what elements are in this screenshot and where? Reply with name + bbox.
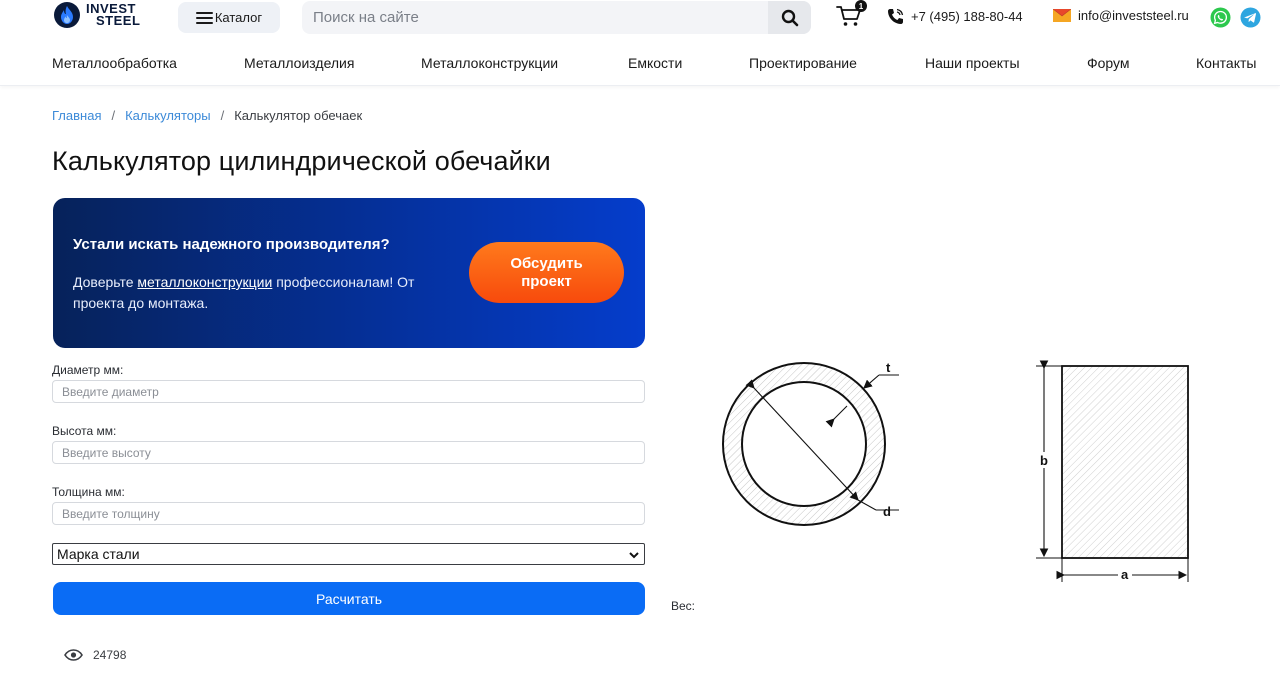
sheet-dimensions-diagram: b a — [1036, 360, 1189, 582]
eye-icon — [64, 649, 83, 661]
email-address: info@investsteel.ru — [1078, 8, 1189, 23]
telegram-icon — [1240, 7, 1261, 28]
logo-flame-icon — [54, 2, 80, 28]
width-letter: a — [1121, 567, 1129, 582]
thickness-letter: t — [886, 360, 891, 375]
header-top: INVEST STEEL Каталог 1 +7 (495) 188-80-4… — [0, 0, 1280, 38]
logo[interactable]: INVEST STEEL — [54, 2, 140, 28]
nav-item-metal-products[interactable]: Металлоизделия — [244, 55, 354, 71]
nav-item-design[interactable]: Проектирование — [749, 55, 857, 71]
breadcrumb-home[interactable]: Главная — [52, 108, 101, 123]
height-label: Высота мм: — [52, 424, 117, 438]
views-counter: 24798 — [64, 648, 126, 662]
nav-item-forum[interactable]: Форум — [1087, 55, 1130, 71]
whatsapp-button[interactable] — [1210, 7, 1231, 28]
promo-link-metal-structures[interactable]: металлоконструкции — [137, 274, 272, 290]
calculate-button[interactable]: Расчитать — [53, 582, 645, 615]
promo-text: Доверьте металлоконструкции профессионал… — [73, 272, 453, 314]
telegram-button[interactable] — [1240, 7, 1261, 28]
catalog-label: Каталог — [214, 10, 263, 25]
nav-item-metal-structures[interactable]: Металлоконструкции — [421, 55, 558, 71]
phone-number: +7 (495) 188-80-44 — [911, 9, 1023, 24]
promo-title: Устали искать надежного производителя? — [73, 236, 390, 253]
breadcrumb-calculators[interactable]: Калькуляторы — [125, 108, 210, 123]
height-input[interactable] — [52, 441, 645, 464]
steel-grade-select[interactable]: Марка стали — [52, 543, 645, 565]
weight-result-label: Вес: — [671, 599, 696, 613]
diameter-letter: d — [883, 504, 891, 519]
sheet-rect — [1061, 365, 1189, 559]
steel-grade-value: Марка стали — [57, 546, 140, 562]
discuss-button-line1: Обсудить — [510, 254, 583, 272]
discuss-button-line2: проект — [521, 272, 572, 290]
catalog-button[interactable]: Каталог — [178, 2, 280, 33]
breadcrumb-current: Калькулятор обечаек — [234, 108, 363, 123]
promo-text-before: Доверьте — [73, 274, 138, 290]
nav-item-tanks[interactable]: Емкости — [628, 55, 682, 71]
diameter-label: Диаметр мм: — [52, 363, 124, 377]
email-link[interactable]: info@investsteel.ru — [1053, 8, 1189, 23]
breadcrumb: Главная / Калькуляторы / Калькулятор обе… — [52, 108, 362, 123]
page-title: Калькулятор цилиндрической обечайки — [52, 146, 551, 176]
ring-section-diagram: d t — [722, 360, 899, 526]
logo-text: INVEST STEEL — [86, 2, 141, 28]
search-input[interactable] — [302, 1, 768, 34]
search-bar — [302, 1, 811, 34]
phone-icon — [888, 8, 904, 24]
height-letter: b — [1040, 453, 1048, 468]
menu-icon — [195, 11, 213, 24]
views-count: 24798 — [93, 648, 127, 662]
nav-item-contacts[interactable]: Контакты — [1196, 55, 1256, 71]
breadcrumb-separator: / — [111, 108, 116, 123]
mail-icon — [1053, 9, 1071, 22]
logo-line2: STEEL — [96, 13, 141, 28]
breadcrumb-separator: / — [220, 108, 225, 123]
chevron-down-icon — [629, 552, 639, 559]
whatsapp-icon — [1210, 7, 1231, 28]
promo-banner: Устали искать надежного производителя? Д… — [53, 198, 645, 348]
phone-link[interactable]: +7 (495) 188-80-44 — [887, 8, 1023, 25]
nav-item-projects[interactable]: Наши проекты — [925, 55, 1020, 71]
diameter-input[interactable] — [52, 380, 645, 403]
main-nav: Металлообработка Металлоизделия Металлок… — [0, 38, 1280, 86]
discuss-project-button[interactable]: Обсудить проект — [469, 242, 624, 303]
cart-button[interactable]: 1 — [836, 0, 867, 30]
search-button[interactable] — [768, 1, 811, 34]
search-icon — [781, 9, 798, 26]
nav-item-metalworking[interactable]: Металлообработка — [52, 55, 177, 71]
ring-inner-circle — [741, 381, 867, 507]
thickness-label: Толщина мм: — [52, 485, 125, 499]
thickness-input[interactable] — [52, 502, 645, 525]
cart-count-badge: 1 — [855, 0, 867, 12]
